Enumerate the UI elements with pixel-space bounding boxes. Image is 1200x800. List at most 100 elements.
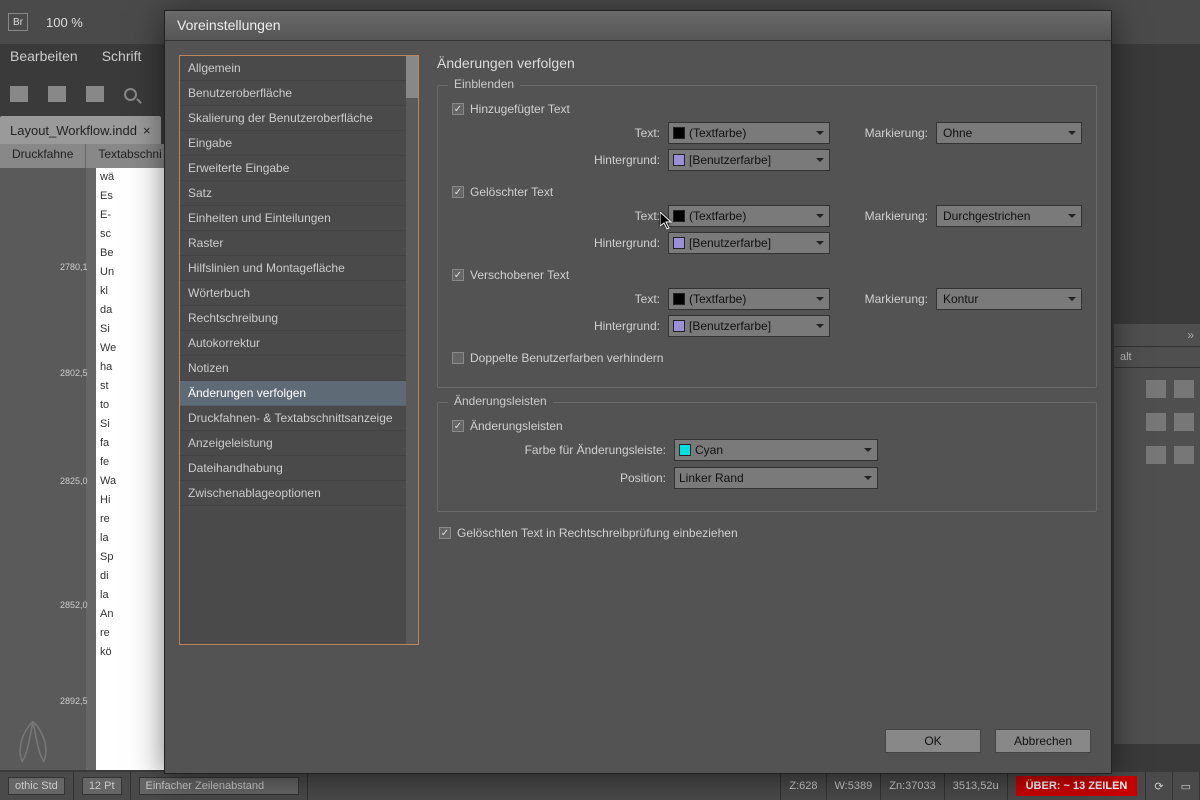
expand-icon[interactable]: » [1114,324,1200,346]
label-moved: Verschobener Text [470,268,569,282]
vertical-ruler [86,168,96,770]
menu-type[interactable]: Schrift [102,48,142,68]
combo-added-bg[interactable]: [Benutzerfarbe] [668,149,830,171]
combo-moved-mark[interactable]: Kontur [936,288,1082,310]
sidebar-item-11[interactable]: Autokorrektur [180,331,406,356]
text-line: Es [96,187,166,206]
sidebar-item-6[interactable]: Einheiten und Einteilungen [180,206,406,231]
preferences-dialog: Voreinstellungen AllgemeinBenutzeroberfl… [164,10,1112,774]
sidebar-item-14[interactable]: Druckfahnen- & Textabschnittsanzeige [180,406,406,431]
leading-select[interactable]: Einfacher Zeilenabstand [139,777,299,795]
subtab-story[interactable]: Textabschni [86,144,174,168]
sidebar-item-1[interactable]: Benutzeroberfläche [180,81,406,106]
sidebar-item-13[interactable]: Änderungen verfolgen [180,381,406,406]
sidebar-item-16[interactable]: Dateihandhabung [180,456,406,481]
label-spellcheck-deleted: Gelöschten Text in Rechtschreibprüfung e… [457,526,738,540]
sidebar-item-4[interactable]: Erweiterte Eingabe [180,156,406,181]
open-icon[interactable] [10,86,28,102]
checkbox-changebars[interactable]: ✓ [452,420,464,432]
ruler-mark: 2892,5 [60,696,88,706]
panel-icon[interactable] [1174,413,1194,431]
text-line: fe [96,453,166,472]
panel-icon[interactable] [1146,413,1166,431]
sidebar-item-5[interactable]: Satz [180,181,406,206]
cancel-button[interactable]: Abbrechen [995,729,1091,753]
zoom-level[interactable]: 100 % [46,15,83,30]
label-text: Text: [552,126,660,140]
text-line: An [96,605,166,624]
ok-button[interactable]: OK [885,729,981,753]
text-line: la [96,586,166,605]
text-line: di [96,567,166,586]
prefs-sidebar: AllgemeinBenutzeroberflächeSkalierung de… [179,55,419,645]
status-bar: othic Std 12 Pt Einfacher Zeilenabstand … [0,772,1200,800]
combo-deleted-mark[interactable]: Durchgestrichen [936,205,1082,227]
combo-moved-text[interactable]: (Textfarbe) [668,288,830,310]
label-changebars: Änderungsleisten [470,419,563,433]
group-changebars: Änderungsleisten ✓ Änderungsleisten Farb… [437,402,1097,512]
status-w: W:5389 [827,772,882,800]
sidebar-item-2[interactable]: Skalierung der Benutzeroberfläche [180,106,406,131]
close-icon[interactable]: × [143,123,151,138]
checkbox-added[interactable]: ✓ [452,103,464,115]
page-text-column: 2780,1 2802,5 2825,0 2852,0 2892,5 wäEsE… [96,168,166,770]
text-line: Si [96,320,166,339]
size-select[interactable]: 12 Pt [82,777,122,795]
sidebar-item-12[interactable]: Notizen [180,356,406,381]
sidebar-item-17[interactable]: Zwischenablageoptionen [180,481,406,506]
status-z: Z:628 [781,772,826,800]
document-area: 2780,1 2802,5 2825,0 2852,0 2892,5 wäEsE… [0,168,165,770]
sidebar-item-8[interactable]: Hilfslinien und Montagefläche [180,256,406,281]
checkbox-prevent-dup[interactable] [452,352,464,364]
label-deleted: Gelöschter Text [470,185,553,199]
panel-icon[interactable] [1146,446,1166,464]
combo-added-mark[interactable]: Ohne [936,122,1082,144]
text-line: re [96,510,166,529]
document-subtabs: Druckfahne Textabschni [0,144,175,168]
sidebar-item-9[interactable]: Wörterbuch [180,281,406,306]
combo-moved-bg[interactable]: [Benutzerfarbe] [668,315,830,337]
checkbox-spellcheck-deleted[interactable]: ✓ [439,527,451,539]
text-line: re [96,624,166,643]
group-show-title: Einblenden [448,77,520,91]
panel-icon[interactable] [1174,380,1194,398]
panel-tab[interactable]: alt [1114,346,1200,368]
app-logo [6,716,60,764]
combo-added-text[interactable]: (Textfarbe) [668,122,830,144]
subtab-galley[interactable]: Druckfahne [0,144,86,168]
panel-icon[interactable] [1174,446,1194,464]
checkbox-moved[interactable]: ✓ [452,269,464,281]
search-icon[interactable] [124,88,137,101]
right-panels: » alt [1114,324,1200,744]
combo-deleted-text[interactable]: (Textfarbe) [668,205,830,227]
ruler-mark: 2825,0 [60,476,88,486]
app-toolbar [0,78,147,110]
status-zn: Zn:37033 [881,772,944,800]
sidebar-item-15[interactable]: Anzeigeleistung [180,431,406,456]
checkbox-deleted[interactable]: ✓ [452,186,464,198]
save-icon[interactable] [48,86,66,102]
document-tab[interactable]: Layout_Workflow.indd × [0,116,161,144]
panel-icon[interactable] [1146,380,1166,398]
bridge-icon[interactable]: Br [8,13,28,31]
font-select[interactable]: othic Std [8,777,65,795]
dialog-title: Voreinstellungen [165,11,1111,41]
text-line: E- [96,206,166,225]
text-line: Wa [96,472,166,491]
menu-edit[interactable]: Bearbeiten [10,48,78,68]
combo-bar-color[interactable]: Cyan [674,439,878,461]
sidebar-item-7[interactable]: Raster [180,231,406,256]
ruler-mark: 2780,1 [60,262,88,272]
sidebar-item-3[interactable]: Eingabe [180,131,406,156]
sidebar-item-10[interactable]: Rechtschreibung [180,306,406,331]
sidebar-item-0[interactable]: Allgemein [180,56,406,81]
text-line: ha [96,358,166,377]
combo-bar-pos[interactable]: Linker Rand [674,467,878,489]
group-show: Einblenden ✓ Hinzugefügter Text Text: (T… [437,85,1097,388]
print-icon[interactable] [86,86,104,102]
sidebar-scrollbar[interactable] [406,56,418,644]
ruler-mark: 2852,0 [60,600,88,610]
sync-icon[interactable]: ⟳ [1154,780,1163,793]
combo-deleted-bg[interactable]: [Benutzerfarbe] [668,232,830,254]
screen-icon[interactable]: ▭ [1181,780,1191,793]
